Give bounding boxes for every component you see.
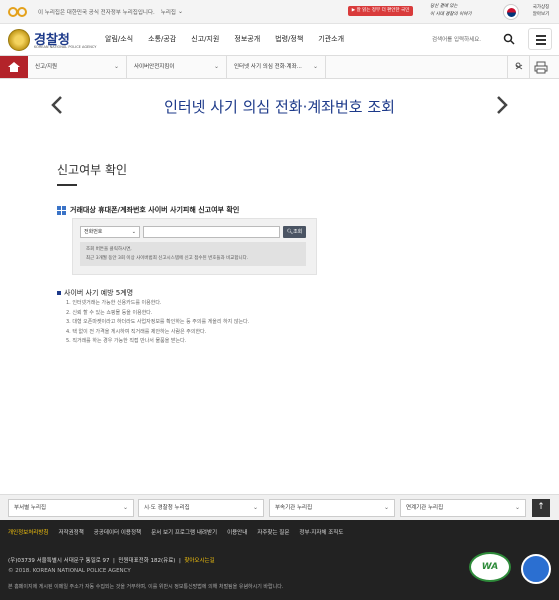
national-flag-icon[interactable] — [503, 4, 519, 20]
page-title: 인터넷 사기 의심 전화·계좌번호 조회 — [164, 98, 395, 116]
tips-list: 1. 인터넷거래는 가능한 신용카드를 이용한다. 2. 신뢰 할 수 있는 쇼… — [66, 299, 249, 347]
list-item: 4. 택 없이 전 가격을 게시하여 직거래를 제안하는 사람은 주의한다. — [66, 328, 207, 335]
nav-item-info[interactable]: 정보공개 — [234, 34, 260, 44]
bullet-icon — [57, 291, 61, 295]
copyright: © 2018. KOREAN NATIONAL POLICE AGENCY — [8, 568, 131, 574]
scroll-top-button[interactable]: ↑ — [532, 499, 550, 517]
lookup-form: 전화번호 ⌄ 🔍︎조회 조회 버튼을 클릭하시면, 최근 3개월 동안 3회 이상… — [72, 218, 317, 275]
chevron-down-icon: ⌄ — [383, 504, 389, 511]
open-data-policy-link[interactable]: 공공데이터 이용정책 — [94, 528, 141, 536]
chevron-down-icon: ⌄ — [213, 63, 219, 70]
sub-heading: 거래대상 휴대폰/계좌번호 사이버 사기피해 신고여부 확인 — [57, 205, 239, 215]
affiliated-sites-select[interactable]: 부속기관 누리집 ⌄ — [269, 499, 395, 517]
web-accessibility-badge[interactable]: WA — [469, 552, 511, 582]
nav-item-law[interactable]: 법령/정책 — [275, 34, 303, 44]
breadcrumb: 신고/지원 ⌄ 사이버안전지킴이 ⌄ 인터넷 사기 의심 전화·계좌... ⌄ — [0, 56, 559, 79]
chevron-down-icon: ⌄ — [113, 63, 119, 70]
dept-sites-select[interactable]: 부서별 누리집 ⌄ — [8, 499, 134, 517]
home-icon[interactable] — [0, 56, 28, 78]
gov-site-link[interactable]: 누리집 — [161, 8, 176, 16]
breadcrumb-item-cyber[interactable]: 사이버안전지킴이 ⌄ — [127, 56, 227, 78]
address: (우)03739 서울특별시 서대문구 통일로 97 | 민원대표전화 182(… — [8, 558, 215, 564]
email-policy: 본 홈페이지에 게시된 이메일 주소가 자동 수집되는 것을 거부하며, 이를 … — [8, 584, 284, 590]
copyright-policy-link[interactable]: 저작권정책 — [58, 528, 83, 536]
breadcrumb-item-current[interactable]: 인터넷 사기 의심 전화·계좌... ⌄ — [227, 56, 326, 78]
egov-logo-icon — [8, 6, 30, 17]
list-item: 1. 인터넷거래는 가능한 신용카드를 이용한다. — [66, 300, 162, 306]
menu-icon[interactable] — [528, 28, 552, 50]
org-chart-link[interactable]: 정부·지자체 조직도 — [299, 528, 343, 536]
chevron-down-icon: ⌄ — [131, 229, 136, 235]
faq-link[interactable]: 자주찾는 질문 — [257, 528, 289, 536]
regional-police-select[interactable]: 시·도 경찰청 누리집 ⌄ — [138, 499, 264, 517]
nav-item-about[interactable]: 기관소개 — [318, 34, 344, 44]
search-input[interactable]: 검색어를 입력하세요. — [432, 35, 481, 43]
print-icon[interactable] — [529, 56, 551, 78]
chevron-down-icon: ⌄ — [252, 504, 258, 511]
linked-sites-select[interactable]: 연계기관 누리집 ⌄ — [400, 499, 526, 517]
section-divider — [57, 184, 77, 186]
lookup-number-input[interactable] — [143, 226, 280, 238]
query-button[interactable]: 🔍︎조회 — [283, 226, 306, 238]
chevron-down-icon: ⌄ — [514, 504, 520, 511]
grid-icon — [57, 205, 66, 215]
chevron-right-icon[interactable] — [495, 95, 509, 115]
chevron-down-icon: ⌄ — [312, 63, 318, 70]
usage-guide-link[interactable]: 이용안내 — [227, 528, 247, 536]
tips-heading: 사이버 사기 예방 5계명 — [57, 288, 133, 298]
footer-info: (우)03739 서울특별시 서대문구 통일로 97 | 민원대표전화 182(… — [0, 544, 559, 600]
lookup-notice: 조회 버튼을 클릭하시면, 최근 3개월 동안 3회 이상 사이버범죄 신고시스… — [80, 242, 306, 266]
related-sites-bar: 부서별 누리집 ⌄ 시·도 경찰청 누리집 ⌄ 부속기관 누리집 ⌄ 연계기관 누리집… — [0, 494, 559, 520]
share-icon[interactable] — [507, 56, 529, 78]
site-header: 경찰청 KOREAN NATIONAL POLICE AGENCY 알림/소식 … — [0, 24, 559, 56]
nav-item-report[interactable]: 신고/지원 — [191, 34, 219, 44]
directions-link[interactable]: 찾아오시는길 — [184, 558, 214, 564]
privacy-policy-link[interactable]: 개인정보처리방침 — [8, 528, 48, 536]
promo-banner[interactable]: ▶ 잘 읽는 정부 더 편안한 국민 — [348, 6, 413, 16]
gov-notice: 이 누리집은 대한민국 공식 전자정부 누리집입니다. — [38, 9, 155, 16]
list-item: 3. 대형 오픈마켓이라고 하더라도 사업자정보를 확인하는 등 주의를 게을리… — [66, 319, 250, 325]
list-item: 2. 신뢰 할 수 있는 쇼핑몰 등을 이용한다. — [66, 309, 153, 316]
lookup-type-select[interactable]: 전화번호 ⌄ — [80, 226, 140, 238]
breadcrumb-item-report[interactable]: 신고/지원 ⌄ — [28, 56, 127, 78]
nav-item-communication[interactable]: 소통/공감 — [148, 34, 176, 44]
list-item: 5. 직거래를 하는 경우 가능한 직접 만나서 물품을 받는다. — [66, 338, 187, 344]
chevron-down-icon: ⌄ — [122, 504, 128, 511]
national-symbol-link[interactable]: 국가상징 알아보기 — [527, 4, 555, 18]
section-title: 신고여부 확인 — [57, 163, 128, 177]
chevron-down-icon[interactable]: ⌄ — [178, 8, 183, 15]
footer-links: 개인정보처리방침 저작권정책 공공데이터 이용정책 문서 보기 프로그램 내려받… — [0, 520, 559, 544]
logo-subtext: KOREAN NATIONAL POLICE AGENCY — [34, 45, 97, 49]
search-icon[interactable] — [503, 33, 515, 45]
main-nav: 알림/소식 소통/공감 신고/지원 정보공개 법령/정책 기관소개 — [105, 34, 359, 44]
certification-badge-icon[interactable] — [521, 554, 551, 584]
promo-slogan[interactable]: 당신 곁에 있는 이 시대 경찰의 이야기 — [430, 3, 476, 21]
nav-item-news[interactable]: 알림/소식 — [105, 34, 133, 44]
police-emblem-icon[interactable] — [8, 29, 30, 51]
viewer-download-link[interactable]: 문서 보기 프로그램 내려받기 — [151, 528, 217, 536]
